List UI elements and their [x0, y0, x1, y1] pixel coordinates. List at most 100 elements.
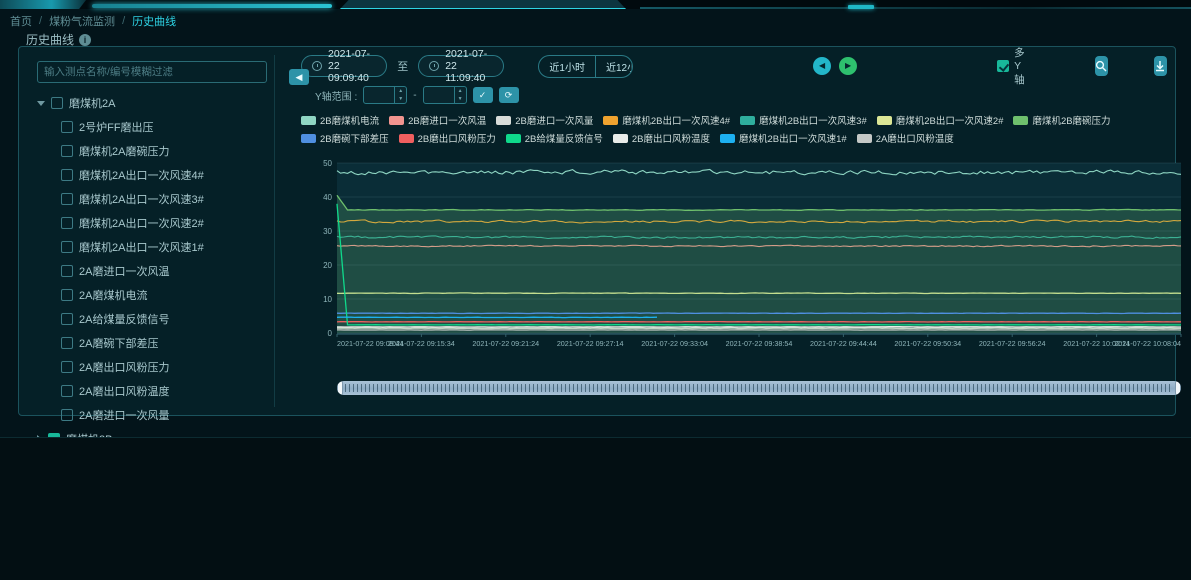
tree-item[interactable]: 磨煤机2A出口一次风速3# — [37, 187, 266, 211]
legend-swatch — [720, 134, 735, 143]
tree-checkbox[interactable] — [61, 145, 73, 157]
start-datetime-value: 2021-07-22 09:09:40 — [328, 48, 376, 84]
history-line-chart[interactable]: 010203040502021-07-22 09:09:442021-07-22… — [301, 155, 1186, 373]
legend-item[interactable]: 2B给煤量反馈信号 — [506, 131, 603, 145]
tree-item-label: 磨煤机2A出口一次风速2# — [79, 215, 204, 231]
tree-item[interactable]: 磨煤机2A出口一次风速1# — [37, 235, 266, 259]
tree-item[interactable]: 2A磨进口一次风温 — [37, 259, 266, 283]
tree-checkbox[interactable] — [51, 97, 63, 109]
tree-item[interactable]: 2号炉FF磨出压 — [37, 115, 266, 139]
brush-left-handle[interactable] — [337, 381, 343, 395]
prev-window-button[interactable]: ◀ — [813, 57, 831, 75]
svg-text:2021-07-22 09:21:24: 2021-07-22 09:21:24 — [472, 339, 539, 348]
breadcrumb-item[interactable]: 首页 — [10, 13, 32, 29]
top-decor-center-shape — [340, 0, 626, 9]
legend-item[interactable]: 2B磨进口一次风温 — [389, 113, 486, 127]
svg-text:2021-07-22 09:38:54: 2021-07-22 09:38:54 — [726, 339, 793, 348]
legend-swatch — [301, 116, 316, 125]
top-decor-left-shape — [0, 0, 86, 9]
chart-brush[interactable] — [337, 381, 1181, 395]
caret-down-icon[interactable] — [37, 101, 45, 106]
breadcrumb-item[interactable]: 历史曲线 — [132, 13, 176, 29]
legend-swatch — [496, 116, 511, 125]
chart-container[interactable]: 010203040502021-07-22 09:09:442021-07-22… — [301, 155, 1167, 395]
tree-checkbox[interactable] — [61, 217, 73, 229]
tree-item[interactable]: 磨煤机2A出口一次风速2# — [37, 211, 266, 235]
y-range-reset-button[interactable]: ⟳ — [499, 87, 519, 103]
footer-area — [0, 438, 1191, 580]
legend-item[interactable]: 2B磨碗下部差压 — [301, 131, 389, 145]
point-tree-pane: 磨煤机2A2号炉FF磨出压磨煤机2A磨碗压力磨煤机2A出口一次风速4# 磨煤机2A… — [29, 55, 275, 407]
legend-label: 2B磨碗下部差压 — [320, 131, 389, 145]
legend-item[interactable]: 2B磨煤机电流 — [301, 113, 379, 127]
multi-y-axis-toggle[interactable]: 多Y轴 — [997, 45, 1025, 87]
tree-checkbox[interactable] — [61, 289, 73, 301]
tree-item[interactable]: 2A磨碗下部差压 — [37, 331, 266, 355]
quick-range-button[interactable]: 近1小时 — [539, 56, 596, 77]
start-datetime-input[interactable]: 2021-07-22 09:09:40 — [301, 55, 387, 77]
tree-item[interactable]: 2A磨出口风粉压力 — [37, 355, 266, 379]
tree-checkbox[interactable] — [61, 121, 73, 133]
y-range-toolbar: Y轴范围 : ▲▼ - ▲▼ ✓ ⟳ — [301, 83, 1167, 107]
svg-text:2021-07-22 09:15:34: 2021-07-22 09:15:34 — [388, 339, 455, 348]
svg-text:10: 10 — [323, 295, 332, 304]
breadcrumb-item[interactable]: 煤粉气流监测 — [49, 13, 115, 29]
tree-item[interactable]: 磨煤机2A磨碗压力 — [37, 139, 266, 163]
y-range-apply-button[interactable]: ✓ — [473, 87, 493, 103]
y-range-max-input[interactable]: ▲▼ — [423, 86, 467, 104]
next-window-button[interactable]: ▶ — [839, 57, 857, 75]
tree-checkbox[interactable] — [61, 241, 73, 253]
tree-item[interactable]: 磨煤机2A出口一次风速4# — [37, 163, 266, 187]
download-icon — [1154, 60, 1166, 72]
spinner-arrows[interactable]: ▲▼ — [454, 87, 466, 103]
search-input[interactable] — [37, 61, 267, 83]
multi-y-checkbox[interactable] — [997, 60, 1009, 72]
tree-item-label: 2A给煤量反馈信号 — [79, 311, 169, 327]
quick-range-button[interactable]: 近12小时 — [596, 56, 633, 77]
tree-checkbox[interactable] — [61, 361, 73, 373]
legend-item[interactable]: 2B磨出口风粉压力 — [399, 131, 496, 145]
legend-item[interactable]: 2B磨进口一次风量 — [496, 113, 593, 127]
y-range-min-input[interactable]: ▲▼ — [363, 86, 407, 104]
spinner-arrows[interactable]: ▲▼ — [394, 87, 406, 103]
tree-checkbox[interactable] — [61, 385, 73, 397]
tree-item-label: 2A磨出口风粉温度 — [79, 383, 169, 399]
tree-checkbox[interactable] — [61, 169, 73, 181]
legend-item[interactable]: 磨煤机2B磨碗压力 — [1013, 113, 1110, 127]
tree-item[interactable]: 2A磨进口一次风量 — [37, 403, 266, 427]
tree-item[interactable]: 2A磨煤机电流 — [37, 283, 266, 307]
clock-icon — [312, 61, 322, 71]
collapse-tree-button[interactable]: ◀ — [289, 69, 309, 85]
legend-item[interactable]: 磨煤机2B出口一次风速4# — [603, 113, 730, 127]
top-decor-notch — [848, 5, 874, 9]
legend-swatch — [603, 116, 618, 125]
search-chart-button[interactable] — [1095, 56, 1108, 76]
tree-checkbox[interactable] — [61, 193, 73, 205]
legend-item[interactable]: 2B磨出口风粉温度 — [613, 131, 710, 145]
step-buttons: ◀ ▶ — [813, 57, 857, 75]
tree-checkbox[interactable] — [61, 337, 73, 349]
legend-item[interactable]: 磨煤机2B出口一次风速2# — [877, 113, 1004, 127]
tree-checkbox[interactable] — [61, 265, 73, 277]
legend-label: 2B磨进口一次风量 — [515, 113, 593, 127]
chart-legend: 2B磨煤机电流 2B磨进口一次风温 2B磨进口一次风量磨煤机2B出口一次风速4# 磨煤… — [301, 113, 1167, 145]
spin-up-icon: ▲ — [395, 87, 406, 95]
tree-item[interactable]: 2A磨出口风粉温度 — [37, 379, 266, 403]
tree-item[interactable]: 2A给煤量反馈信号 — [37, 307, 266, 331]
svg-text:50: 50 — [323, 159, 332, 168]
tree-item-label: 磨煤机2A出口一次风速4# — [79, 167, 204, 183]
legend-item[interactable]: 磨煤机2B出口一次风速1# — [720, 131, 847, 145]
tree-checkbox[interactable] — [61, 409, 73, 421]
brush-microtext — [345, 384, 1173, 392]
legend-swatch — [1013, 116, 1028, 125]
svg-text:2021-07-22 09:50:34: 2021-07-22 09:50:34 — [894, 339, 961, 348]
export-button[interactable] — [1154, 56, 1167, 76]
end-datetime-input[interactable]: 2021-07-22 11:09:40 — [418, 55, 504, 77]
tree-group-磨煤机2A[interactable]: 磨煤机2A — [37, 91, 266, 115]
info-icon[interactable]: i — [79, 34, 91, 46]
spin-down-icon: ▼ — [395, 95, 406, 103]
legend-item[interactable]: 磨煤机2B出口一次风速3# — [740, 113, 867, 127]
legend-item[interactable]: 2A磨出口风粉温度 — [857, 131, 954, 145]
brush-right-handle[interactable] — [1175, 381, 1181, 395]
tree-checkbox[interactable] — [61, 313, 73, 325]
